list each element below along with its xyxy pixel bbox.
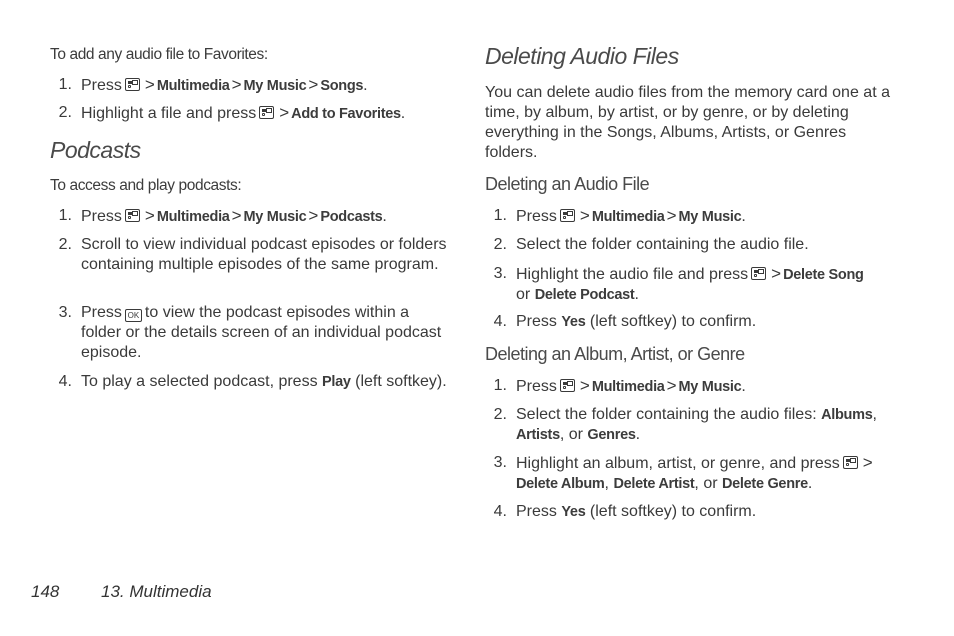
menu-key-icon — [751, 267, 767, 280]
menu-key-icon — [124, 78, 140, 91]
page-number: 148 — [31, 582, 60, 601]
favorites-intro: To add any audio file to Favorites: — [50, 46, 268, 63]
album-subheading: Deleting an Album, Artist, or Genre — [485, 344, 745, 364]
file-subheading: Deleting an Audio File — [485, 174, 650, 194]
menu-key-icon — [559, 379, 575, 392]
deleting-intro: You can delete audio files from the memo… — [485, 84, 890, 161]
menu-key-icon — [259, 106, 275, 119]
podcasts-heading: Podcasts — [50, 137, 141, 163]
podcasts-intro: To access and play podcasts: — [50, 177, 242, 194]
menu-key-icon — [559, 209, 575, 222]
ok-key-icon: OK — [124, 309, 142, 322]
menu-key-icon — [842, 456, 858, 469]
section-title: 13. Multimedia — [101, 582, 212, 601]
deleting-audio-files-heading: Deleting Audio Files — [485, 43, 679, 69]
menu-key-icon — [124, 209, 140, 222]
